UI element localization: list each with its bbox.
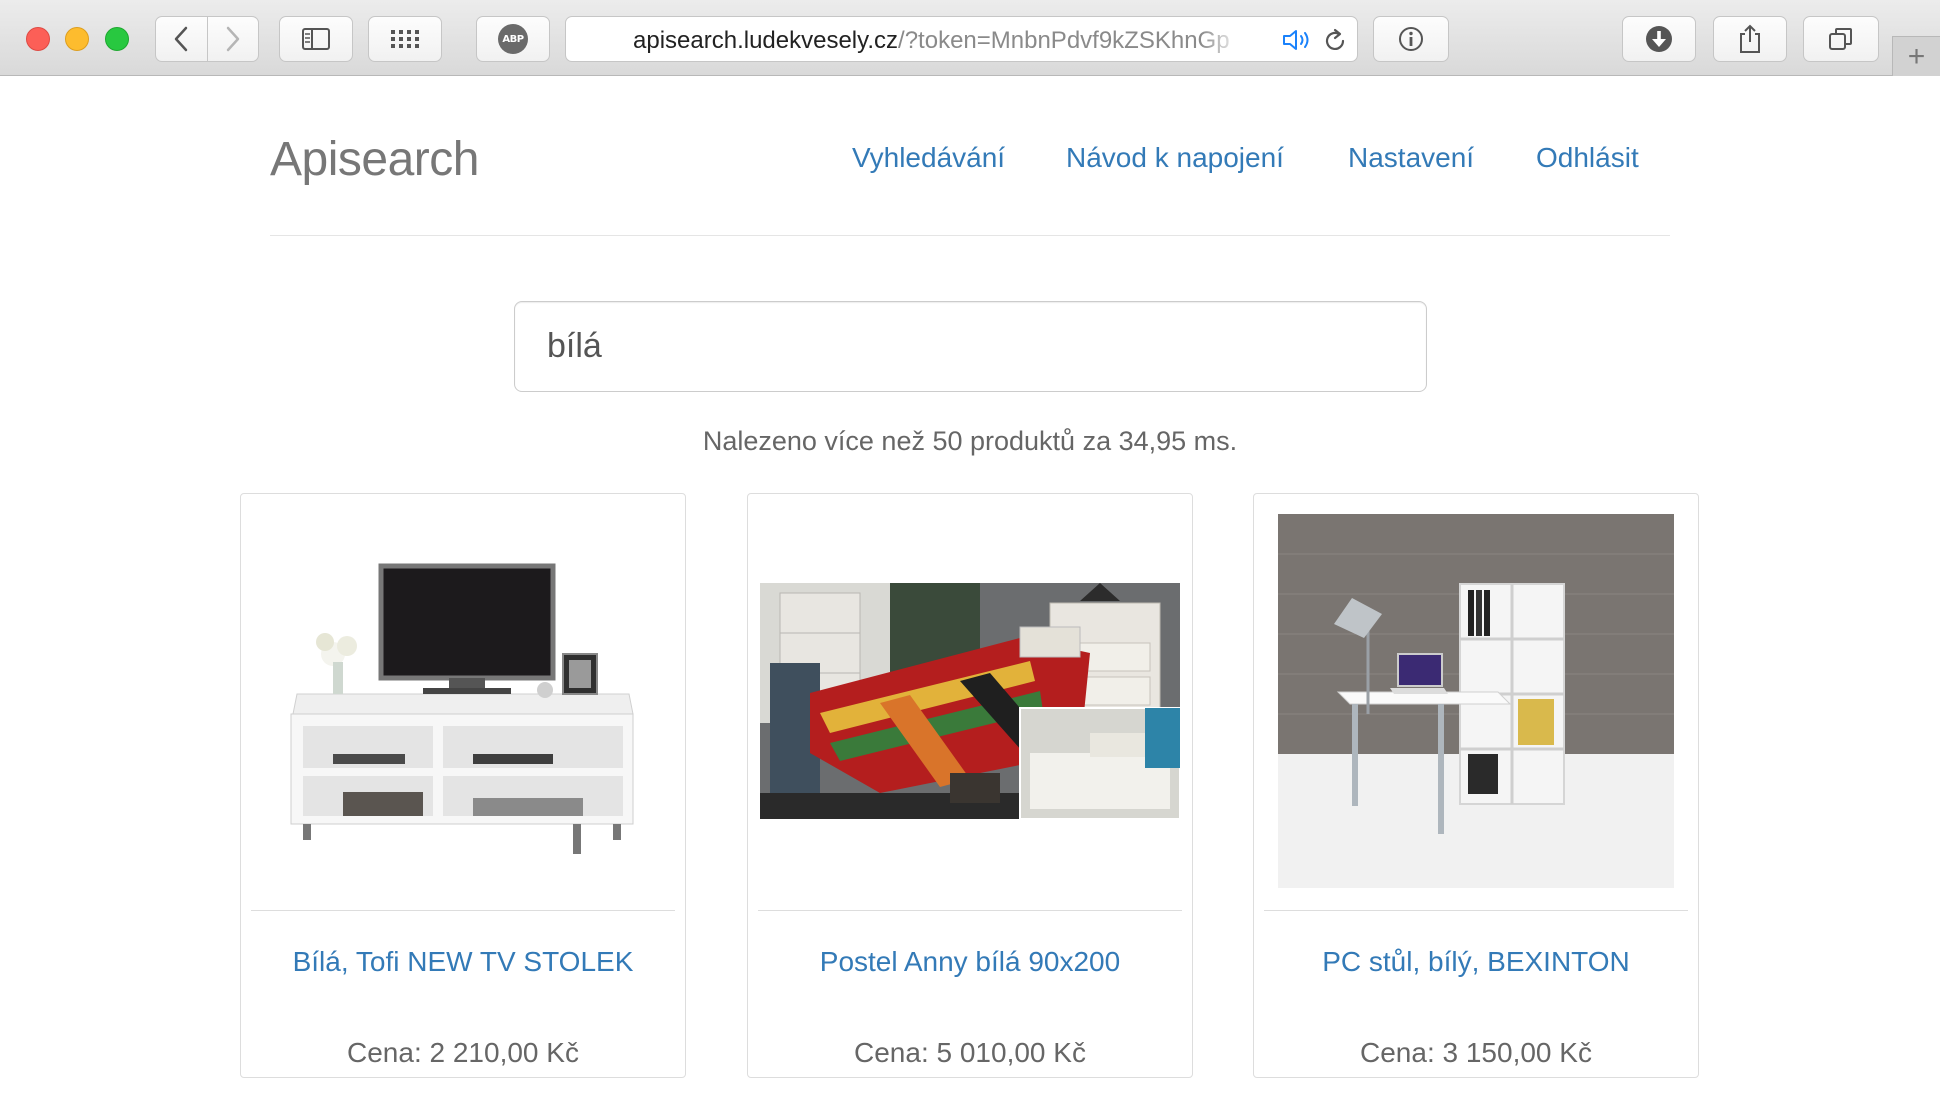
pc-desk-image (1278, 514, 1674, 888)
product-image[interactable] (253, 506, 673, 896)
product-price: Cena: 2 210,00 Kč (347, 1037, 579, 1068)
nav-link-guide[interactable]: Návod k napojení (1066, 142, 1284, 174)
product-image[interactable] (760, 506, 1180, 896)
reload-icon[interactable] (1322, 28, 1348, 54)
zoom-window-button[interactable] (105, 27, 129, 51)
top-sites-button[interactable] (368, 16, 442, 62)
address-bar[interactable]: apisearch.ludekvesely.cz/?token=MnbnPdvf… (565, 16, 1358, 62)
product-card[interactable]: Postel Anny bílá 90x200 Cena: 5 010,00 K… (747, 493, 1193, 1078)
browser-toolbar: ABP apisearch.ludekvesely.cz/?token=Mnbn… (0, 0, 1940, 76)
show-tabs-button[interactable] (1803, 16, 1879, 62)
sidebar-icon (302, 28, 330, 50)
download-icon (1646, 26, 1672, 52)
tv-stand-image (290, 563, 634, 854)
nav-link-logout[interactable]: Odhlásit (1536, 142, 1639, 174)
downloads-button[interactable] (1622, 16, 1696, 62)
bed-image (760, 583, 1180, 819)
product-title[interactable]: PC stůl, bílý, BEXINTON (1254, 946, 1698, 978)
top-sites-grid-icon (391, 30, 419, 48)
product-price: Cena: 5 010,00 Kč (854, 1037, 1086, 1068)
forward-icon (226, 26, 239, 52)
card-divider (251, 910, 675, 911)
info-icon (1399, 27, 1423, 51)
nav-link-search[interactable]: Vyhledávání (852, 142, 1005, 174)
audio-icon[interactable] (1281, 28, 1315, 52)
product-card[interactable]: PC stůl, bílý, BEXINTON Cena: 3 150,00 K… (1253, 493, 1699, 1078)
product-card[interactable]: Bílá, Tofi NEW TV STOLEK Cena: 2 210,00 … (240, 493, 686, 1078)
tabs-icon (1829, 28, 1852, 50)
brand-logo[interactable]: Apisearch (270, 132, 479, 187)
product-title[interactable]: Postel Anny bílá 90x200 (748, 946, 1192, 978)
back-button[interactable] (156, 17, 208, 61)
product-image[interactable] (1266, 506, 1686, 896)
back-icon (175, 26, 188, 52)
card-divider (1264, 910, 1688, 911)
forward-button[interactable] (208, 17, 259, 61)
url-host: apisearch.ludekvesely.cz (633, 28, 899, 54)
sidebar-button[interactable] (279, 16, 353, 62)
product-price: Cena: 3 150,00 Kč (1360, 1037, 1592, 1068)
page-content: Apisearch Vyhledávání Návod k napojení N… (0, 77, 1940, 1106)
close-window-button[interactable] (26, 27, 50, 51)
adblock-button[interactable]: ABP (476, 16, 550, 62)
page-info-button[interactable] (1373, 16, 1449, 62)
card-divider (758, 910, 1182, 911)
adblock-icon: ABP (498, 24, 528, 54)
search-input[interactable] (514, 301, 1427, 392)
url-fade (1201, 21, 1241, 59)
header-divider (270, 235, 1670, 236)
url-path: /?token=MnbnPdvf9kZSKhnGp (898, 28, 1230, 54)
url-text[interactable]: apisearch.ludekvesely.cz/?token=MnbnPdvf… (633, 28, 1231, 54)
product-title[interactable]: Bílá, Tofi NEW TV STOLEK (241, 946, 685, 978)
nav-link-settings[interactable]: Nastavení (1348, 142, 1474, 174)
share-icon (1740, 24, 1760, 53)
minimize-window-button[interactable] (65, 27, 89, 51)
new-tab-button[interactable]: + (1892, 36, 1940, 76)
share-button[interactable] (1713, 16, 1787, 62)
history-nav-group (155, 16, 259, 62)
result-summary: Nalezeno více než 50 produktů za 34,95 m… (702, 426, 1238, 456)
